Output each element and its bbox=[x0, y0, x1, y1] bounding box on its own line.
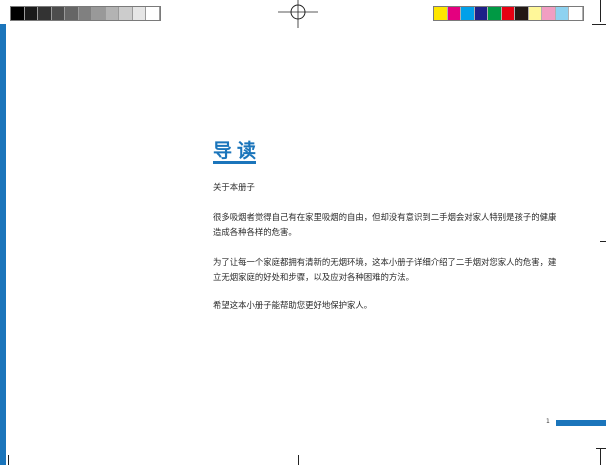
crop-mark-bottom-right bbox=[600, 448, 601, 465]
gray-swatch bbox=[38, 7, 52, 20]
crop-mark-bottom-right-h bbox=[596, 448, 606, 449]
gray-swatch bbox=[146, 7, 160, 20]
color-swatch bbox=[461, 7, 475, 20]
crop-mark-right-mid bbox=[600, 241, 606, 242]
subtitle: 关于本册子 bbox=[213, 182, 255, 192]
registration-mark-icon bbox=[278, 0, 318, 28]
color-swatch bbox=[434, 7, 448, 20]
crop-mark-top-right bbox=[600, 0, 601, 22]
gray-swatch bbox=[132, 7, 146, 20]
gray-swatch bbox=[51, 7, 65, 20]
gray-swatch bbox=[92, 7, 106, 20]
gray-swatch bbox=[65, 7, 79, 20]
grayscale-calibration-bar bbox=[10, 6, 161, 21]
color-swatch bbox=[555, 7, 569, 20]
page-number: 1 bbox=[546, 418, 550, 425]
page-title: 导读 bbox=[213, 140, 262, 162]
color-swatch bbox=[569, 7, 583, 20]
page-number-bar bbox=[556, 420, 606, 426]
paragraph-2: 为了让每一个家庭都拥有清新的无烟环境，这本小册子详细介绍了二手烟对您家人的危害，… bbox=[213, 257, 557, 282]
paragraph-1: 很多吸烟者觉得自己有在家里吸烟的自由，但却没有意识到二手烟会对家人特别是孩子的健… bbox=[213, 212, 557, 237]
crop-mark-bottom-center bbox=[298, 455, 299, 465]
gray-swatch bbox=[78, 7, 92, 20]
crop-mark-bottom-left bbox=[8, 455, 9, 465]
left-bleed-bar bbox=[0, 24, 6, 465]
paragraph-3: 希望这本小册子能帮助您更好地保护家人。 bbox=[213, 300, 373, 310]
gray-swatch bbox=[119, 7, 133, 20]
color-swatch bbox=[501, 7, 515, 20]
color-swatch bbox=[474, 7, 488, 20]
color-swatch bbox=[447, 7, 461, 20]
color-calibration-bar bbox=[433, 6, 584, 21]
color-swatch bbox=[488, 7, 502, 20]
color-swatch bbox=[528, 7, 542, 20]
title-underline bbox=[213, 161, 256, 164]
color-swatch bbox=[542, 7, 556, 20]
crop-mark-top-right-h bbox=[592, 24, 606, 25]
gray-swatch bbox=[24, 7, 38, 20]
gray-swatch bbox=[105, 7, 119, 20]
color-swatch bbox=[515, 7, 529, 20]
gray-swatch bbox=[11, 7, 25, 20]
